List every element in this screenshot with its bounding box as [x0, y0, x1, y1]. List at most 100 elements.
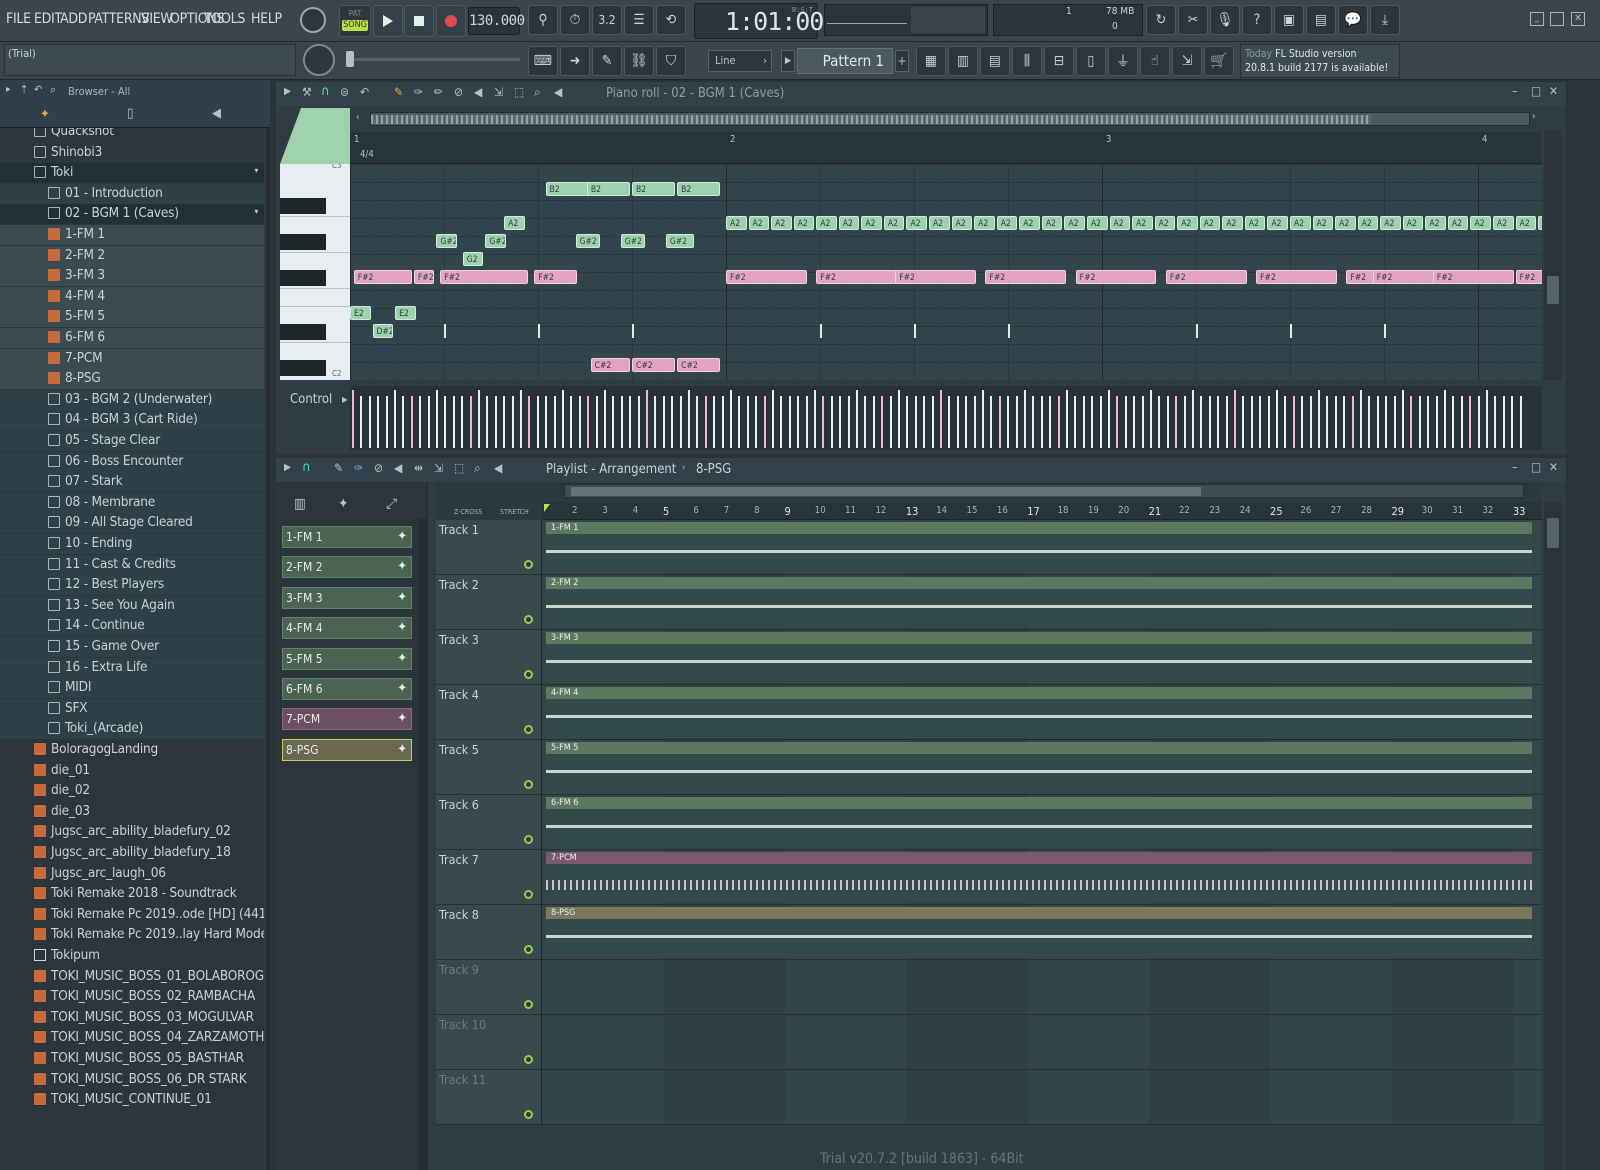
undo-icon[interactable]: ↶ — [360, 85, 369, 99]
paint-icon[interactable]: ✏ — [434, 85, 443, 99]
velocity-bar[interactable] — [990, 396, 993, 448]
velocity-bar[interactable] — [604, 390, 606, 448]
velocity-bar[interactable] — [528, 396, 531, 448]
stretch-label[interactable]: STRETCH — [500, 508, 529, 516]
short-note[interactable] — [1290, 324, 1292, 338]
velocity-bar[interactable] — [1175, 396, 1178, 448]
pattern-crumb[interactable]: 8-PSG — [696, 462, 731, 477]
playlist-overview[interactable] — [564, 484, 1524, 498]
stop-button[interactable] — [404, 5, 434, 37]
browser-scrollbar[interactable] — [266, 128, 270, 1170]
note-b2[interactable]: B2 — [677, 182, 721, 196]
velocity-bar[interactable] — [713, 396, 716, 448]
piano-keyboard[interactable]: C3 C2 — [280, 164, 350, 380]
menu-add[interactable]: ADD — [60, 11, 87, 27]
playhead-marker[interactable] — [544, 504, 550, 512]
maximize-icon[interactable]: □ — [1531, 84, 1541, 98]
track-mute-led[interactable] — [524, 1055, 533, 1064]
note-fs2[interactable]: F#2 — [1075, 270, 1157, 284]
note-a2[interactable]: A2 — [771, 216, 792, 230]
note-a2[interactable]: A2 — [1425, 216, 1446, 230]
velocity-bar[interactable] — [612, 396, 615, 448]
note-a2[interactable]: A2 — [1335, 216, 1356, 230]
velocity-bar[interactable] — [1192, 390, 1194, 448]
black-key[interactable] — [280, 360, 326, 376]
touch-keyboard-button[interactable]: ☝ — [1140, 46, 1170, 76]
mute-icon[interactable]: ◀ — [394, 461, 402, 475]
close-icon[interactable]: ✕ — [1549, 460, 1558, 474]
browser-item[interactable]: 3-FM 3 — [0, 266, 264, 287]
browser-button[interactable]: ⊟ — [1044, 46, 1074, 76]
note-a2[interactable]: A2 — [1290, 216, 1311, 230]
browser-item[interactable]: TOKI_MUSIC_BOSS_06_DR STARK — [0, 1070, 264, 1090]
note-a2[interactable]: A2 — [1199, 216, 1221, 230]
channel-button[interactable]: 3-FM 3 ✦ — [282, 586, 412, 609]
download-button[interactable]: ⤓ — [1370, 5, 1400, 35]
velocity-bar[interactable] — [923, 396, 926, 448]
channel-rack-button[interactable]: ▤ — [980, 46, 1010, 76]
velocity-bar[interactable] — [679, 396, 682, 448]
velocity-bar[interactable] — [1318, 390, 1320, 448]
browser-item[interactable]: TOKI_MUSIC_BOSS_04_ZARZAMOTH — [0, 1028, 264, 1048]
velocity-bar[interactable] — [620, 396, 623, 448]
note-cs2[interactable]: C#2 — [632, 358, 676, 372]
piano-roll-overview[interactable] — [370, 112, 1530, 126]
velocity-bar[interactable] — [1267, 396, 1270, 448]
channel-button[interactable]: 8-PSG ✦ — [282, 738, 412, 761]
velocity-bar[interactable] — [570, 396, 573, 448]
playlist-window-button[interactable]: ▦ — [916, 46, 946, 76]
help-button[interactable]: ? — [1242, 5, 1272, 35]
velocity-bar[interactable] — [503, 396, 506, 448]
velocity-bar[interactable] — [788, 396, 791, 448]
velocity-bar[interactable] — [385, 396, 388, 448]
note-a2[interactable]: A2 — [929, 216, 950, 230]
magnet-icon[interactable]: ∩ — [302, 460, 311, 475]
track-mute-led[interactable] — [524, 780, 533, 789]
browser-item[interactable]: Jugsc_arc_ability_bladefury_18 — [0, 843, 264, 863]
note-a2[interactable]: A2 — [838, 216, 860, 230]
slice-icon[interactable]: ⇲ — [434, 461, 443, 475]
velocity-bar[interactable] — [662, 396, 665, 448]
velocity-bar[interactable] — [1049, 396, 1052, 448]
browser-item[interactable]: MIDI — [0, 678, 264, 699]
note-fs2[interactable]: F#2 — [353, 270, 412, 284]
magnet-icon[interactable]: ∩ — [321, 84, 330, 99]
track-mute-led[interactable] — [524, 725, 533, 734]
velocity-bar[interactable] — [578, 396, 581, 448]
slice-icon[interactable]: ⇲ — [494, 85, 503, 99]
plugin-wrapper-button[interactable]: ⇲ — [1172, 46, 1202, 76]
velocity-bar[interactable] — [1502, 396, 1505, 448]
velocity-bar[interactable] — [1452, 396, 1455, 448]
clip-header[interactable]: 8-PSG — [546, 907, 1532, 919]
browser-item[interactable]: 07 - Stark — [0, 472, 264, 493]
velocity-bar[interactable] — [1007, 396, 1010, 448]
velocity-bar[interactable] — [1032, 396, 1035, 448]
audio-icon[interactable]: ✦ — [338, 496, 349, 512]
note-ds2[interactable]: D#2 — [372, 324, 394, 338]
pattern-clip[interactable]: 2-FM 2 — [546, 577, 1532, 628]
browser-item[interactable]: Toki_(Arcade) — [0, 719, 264, 740]
window-minimize[interactable]: _ — [1530, 12, 1544, 26]
velocity-bar[interactable] — [721, 396, 724, 448]
menu-patterns[interactable]: PATTERNS — [88, 11, 149, 27]
velocity-bar[interactable] — [696, 396, 699, 448]
note-a2[interactable]: A2 — [1154, 216, 1176, 230]
velocity-bar[interactable] — [1477, 396, 1480, 448]
zoom-icon[interactable]: ⌕ — [474, 461, 481, 476]
velocity-bar[interactable] — [906, 396, 909, 448]
browser-item[interactable]: SFX — [0, 698, 264, 719]
save-new-button[interactable]: ▤ — [1306, 5, 1336, 35]
song-position-display[interactable]: 1:01:00 B:S:T — [694, 3, 824, 39]
note-cs2[interactable]: C#2 — [590, 358, 630, 372]
note-fs2[interactable]: F#2 — [1432, 270, 1514, 284]
velocity-bar[interactable] — [1108, 390, 1110, 448]
velocity-bar[interactable] — [352, 390, 354, 448]
velocity-bar[interactable] — [822, 396, 825, 448]
velocity-bar[interactable] — [1334, 396, 1337, 448]
browser-item[interactable]: 2-FM 2 — [0, 245, 264, 266]
velocity-bar[interactable] — [1486, 390, 1488, 448]
wait-input-button[interactable]: ⏱ — [560, 5, 590, 35]
note-a2[interactable]: A2 — [1267, 216, 1288, 230]
loop-record-button[interactable]: ⟲ — [656, 5, 686, 35]
link-tool[interactable]: ⛓ — [624, 46, 654, 76]
